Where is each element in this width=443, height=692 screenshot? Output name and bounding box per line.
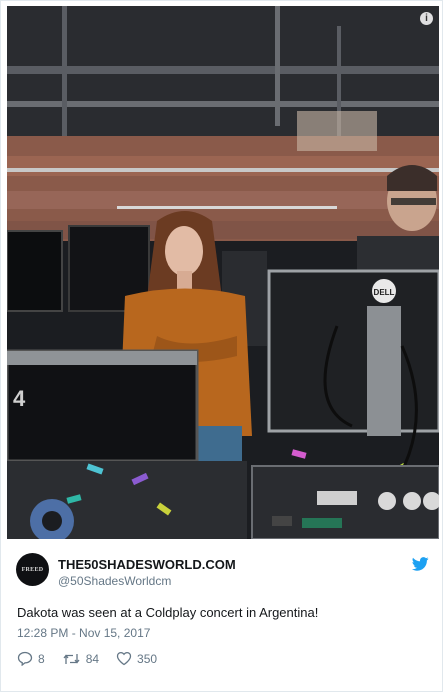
reply-button[interactable]: 8 bbox=[17, 651, 45, 666]
tweet-photo[interactable]: 4 DELL i bbox=[7, 6, 439, 539]
retweet-icon bbox=[63, 653, 80, 664]
twitter-bird-icon[interactable] bbox=[412, 557, 429, 571]
timestamp[interactable]: 12:28 PM - Nov 15, 2017 bbox=[17, 626, 150, 640]
retweet-count: 84 bbox=[85, 651, 100, 666]
concert-photo-illustration: 4 DELL bbox=[7, 6, 439, 539]
retweet-button[interactable]: 84 bbox=[62, 652, 99, 666]
tweet-card: 4 DELL i FREED THE50SHADESWORLD.COM @50S… bbox=[0, 0, 443, 692]
display-name[interactable]: THE50SHADESWORLD.COM bbox=[58, 557, 236, 572]
info-icon[interactable]: i bbox=[420, 12, 433, 25]
avatar-text: FREED bbox=[21, 566, 44, 573]
tweet-text: Dakota was seen at a Coldplay concert in… bbox=[17, 605, 319, 620]
like-button[interactable]: 350 bbox=[116, 651, 157, 666]
like-count: 350 bbox=[137, 651, 158, 666]
reply-icon bbox=[17, 651, 33, 666]
avatar[interactable]: FREED bbox=[16, 553, 49, 586]
heart-icon bbox=[116, 651, 132, 666]
dell-logo: DELL bbox=[374, 288, 395, 297]
reply-count: 8 bbox=[38, 651, 45, 666]
svg-text:4: 4 bbox=[13, 386, 26, 411]
tweet-actions: 8 84 350 bbox=[17, 651, 174, 666]
user-handle[interactable]: @50ShadesWorldcm bbox=[58, 574, 171, 588]
